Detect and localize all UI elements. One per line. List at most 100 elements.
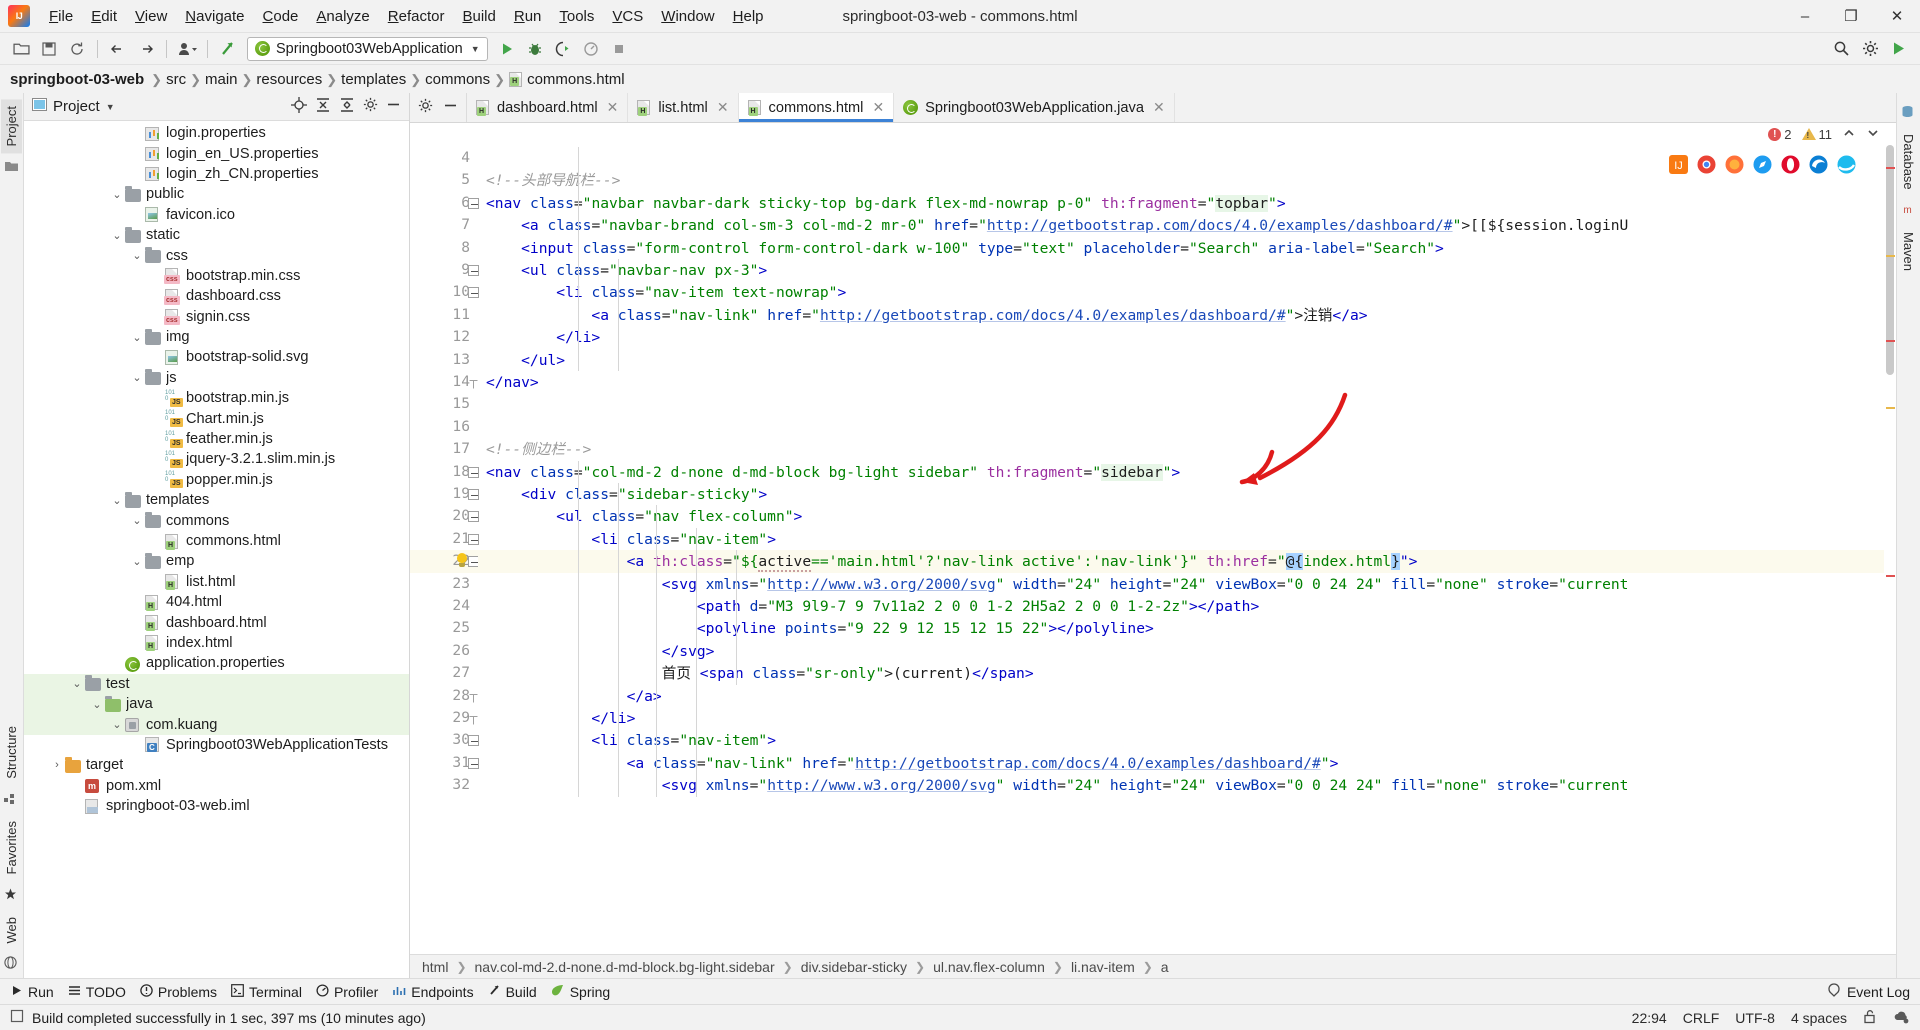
code-line[interactable]: <nav class = "navbar navbar-dark sticky-to… <box>486 193 1286 215</box>
bottom-tab-spring[interactable]: Spring <box>551 984 610 1000</box>
line-separator[interactable]: CRLF <box>1683 1010 1720 1026</box>
tree-node[interactable]: ⌄ emp <box>24 551 409 571</box>
tree-node[interactable]: ·css dashboard.css <box>24 286 409 306</box>
ide-actions-icon[interactable] <box>1886 36 1912 62</box>
breadcrumb-item[interactable]: src <box>166 71 186 88</box>
tree-node[interactable]: ⌄ java <box>24 693 409 715</box>
code-line[interactable]: <svg xmlns="http://www.w3.org/2000/svg" … <box>486 775 1629 797</box>
chevron-down-icon[interactable]: ⌄ <box>130 555 144 568</box>
profile-button[interactable] <box>578 36 604 62</box>
tree-node[interactable]: ·Hcommons.html <box>24 531 409 551</box>
code-editor[interactable]: 4 5 6 7 8 9 10 11 12 13 14 15 16 17 18 19 20 21 22 23 24 25 26… <box>410 145 1896 954</box>
chevron-down-icon[interactable]: ⌄ <box>110 718 124 731</box>
user-icon[interactable] <box>174 36 200 62</box>
file-encoding[interactable]: UTF-8 <box>1735 1010 1775 1026</box>
menu-item-help[interactable]: Help <box>724 4 773 29</box>
code-line[interactable]: </a> <box>486 686 662 708</box>
tree-node[interactable]: ·m pom.xml <box>24 776 409 796</box>
breadcrumb-item[interactable]: commons.html <box>527 71 625 88</box>
chevron-down-icon[interactable]: ⌄ <box>130 331 144 344</box>
hide-panel-icon[interactable] <box>443 98 458 117</box>
tree-node[interactable]: ⌄ commons <box>24 510 409 530</box>
code-line[interactable]: </ul> <box>486 350 565 372</box>
code-line[interactable]: 首页 <span class="sr-only">(current)</span… <box>486 663 1034 685</box>
editor-breadcrumb-item[interactable]: nav.col-md-2.d-none.d-md-block.bg-light.… <box>475 959 775 975</box>
breadcrumb-item[interactable]: templates <box>341 71 406 88</box>
code-line[interactable]: <li class="nav-item"> <box>486 529 776 551</box>
close-icon[interactable]: ✕ <box>607 99 619 116</box>
tree-node[interactable]: · login_zh_CN.properties <box>24 164 409 184</box>
tree-node[interactable]: ·Hindex.html <box>24 633 409 653</box>
event-log-button[interactable]: Event Log <box>1827 983 1910 1000</box>
expand-all-icon[interactable] <box>339 97 355 117</box>
code-line[interactable]: <!--头部导航栏--> <box>486 170 620 192</box>
menu-item-run[interactable]: Run <box>505 4 551 29</box>
tree-node[interactable]: ⌄ templates <box>24 490 409 510</box>
menu-item-code[interactable]: Code <box>254 4 308 29</box>
run-with-coverage-button[interactable] <box>550 36 576 62</box>
code-line[interactable]: <path d="M3 9l9-7 9 7v11a2 2 0 0 1-2 2H5… <box>486 596 1259 618</box>
tree-node[interactable]: · bootstrap-solid.svg <box>24 347 409 367</box>
code-line[interactable]: <ul class="navbar-nav px-3"> <box>486 260 767 282</box>
bottom-tab-endpoints[interactable]: Endpoints <box>392 984 474 1000</box>
tree-node[interactable]: ·1010JSbootstrap.min.js <box>24 388 409 408</box>
next-problem-icon[interactable] <box>1866 126 1880 143</box>
code-line[interactable]: <a th:class="${active=='main.html'?'nav-… <box>486 551 1417 573</box>
settings-gear-icon[interactable] <box>418 98 433 117</box>
minimize-button[interactable]: – <box>1782 0 1828 33</box>
editor-tab-dashboard-html[interactable]: Hdashboard.html ✕ <box>467 93 629 122</box>
menu-item-vcs[interactable]: VCS <box>603 4 652 29</box>
editor-breadcrumb-item[interactable]: a <box>1161 959 1169 975</box>
bottom-tab-profiler[interactable]: Profiler <box>316 984 378 1000</box>
tree-node[interactable]: ⌄ public <box>24 184 409 204</box>
opera-browser-icon[interactable] <box>1781 155 1800 178</box>
previous-problem-icon[interactable] <box>1842 126 1856 143</box>
code-line[interactable]: <polyline points="9 22 9 12 15 12 15 22"… <box>486 618 1154 640</box>
code-line[interactable]: </svg> <box>486 641 715 663</box>
editor-breadcrumb-item[interactable]: div.sidebar-sticky <box>801 959 907 975</box>
editor-breadcrumb[interactable]: html ❯ nav.col-md-2.d-none.d-md-block.bg-l… <box>410 954 1896 978</box>
warning-stripe-mark[interactable] <box>1886 255 1895 257</box>
code-line[interactable]: <nav class = "col-md-2 d-none d-md-block b… <box>486 462 1180 484</box>
chevron-down-icon[interactable]: ⌄ <box>90 698 104 711</box>
tree-node[interactable]: ·1010JSChart.min.js <box>24 408 409 428</box>
tool-tab-favorites[interactable]: Favorites <box>1 814 22 881</box>
lock-icon[interactable] <box>1863 1009 1877 1027</box>
code-line[interactable]: <svg xmlns="http://www.w3.org/2000/svg" … <box>486 574 1629 596</box>
caret-position[interactable]: 22:94 <box>1632 1010 1667 1026</box>
tree-node[interactable]: ·1010JSpopper.min.js <box>24 470 409 490</box>
tree-node[interactable]: ·css bootstrap.min.css <box>24 266 409 286</box>
update-project-icon[interactable] <box>215 36 241 62</box>
tool-tab-project[interactable]: Project <box>1 99 22 154</box>
run-button[interactable] <box>494 36 520 62</box>
hide-panel-icon[interactable] <box>386 97 401 116</box>
tool-tab-web[interactable]: Web <box>1 910 22 951</box>
breadcrumb-root[interactable]: springboot-03-web <box>10 71 144 88</box>
tree-node[interactable]: ⌄ com.kuang <box>24 714 409 735</box>
tree-node[interactable]: ⌄ img <box>24 327 409 347</box>
tree-node[interactable]: · login_en_US.properties <box>24 143 409 163</box>
editor-tab-commons-html[interactable]: Hcommons.html ✕ <box>738 93 895 122</box>
open-folder-icon[interactable] <box>8 36 34 62</box>
breadcrumb-item[interactable]: commons <box>425 71 490 88</box>
code-line[interactable]: <div class="sidebar-sticky"> <box>486 484 767 506</box>
forward-arrow-icon[interactable] <box>133 36 159 62</box>
tree-node[interactable]: ·css signin.css <box>24 307 409 327</box>
code-line[interactable]: <li class="nav-item text-nowrap"> <box>486 282 846 304</box>
error-count-badge[interactable]: ! 2 <box>1768 127 1792 142</box>
close-icon[interactable]: ✕ <box>872 99 884 116</box>
chevron-down-icon[interactable]: ⌄ <box>110 494 124 507</box>
error-stripe-mark[interactable] <box>1886 340 1895 342</box>
settings-gear-icon[interactable] <box>1857 36 1883 62</box>
editor-breadcrumb-item[interactable]: html <box>422 959 448 975</box>
bottom-tab-build[interactable]: Build <box>488 984 537 1000</box>
ie-browser-icon[interactable] <box>1837 155 1856 178</box>
chevron-down-icon[interactable]: ▼ <box>106 102 115 112</box>
warning-count-badge[interactable]: 11 <box>1801 127 1832 142</box>
tree-node[interactable]: · Springboot03WebApplicationTests <box>24 735 409 755</box>
menu-bar[interactable]: File Edit View Navigate Code Analyze Refactor B… <box>40 4 773 29</box>
tool-tab-database[interactable]: Database <box>1898 127 1919 197</box>
menu-item-tools[interactable]: Tools <box>550 4 603 29</box>
project-panel-title[interactable]: Project <box>53 98 100 115</box>
tree-node[interactable]: ·H 404.html <box>24 592 409 612</box>
